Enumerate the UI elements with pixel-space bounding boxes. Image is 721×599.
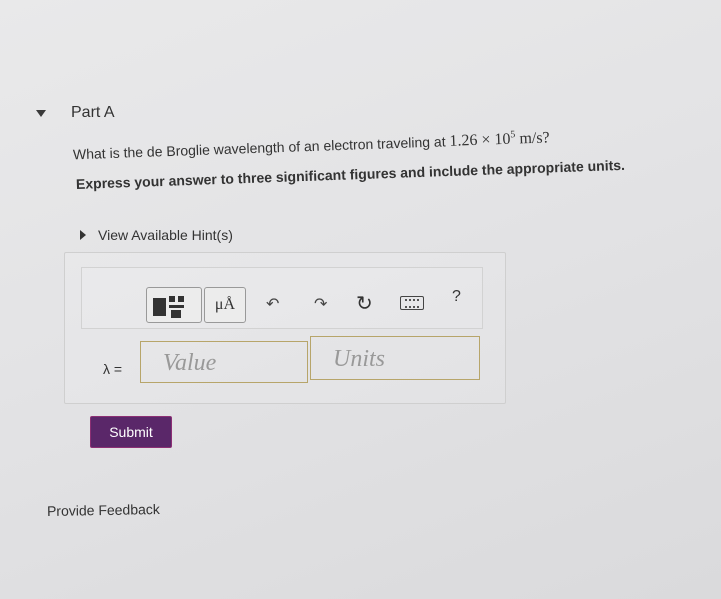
- keyboard-button[interactable]: [400, 296, 424, 310]
- part-header[interactable]: Part A: [36, 104, 115, 122]
- speed-mantissa: 1.26: [449, 132, 478, 151]
- expand-caret-icon: [80, 230, 86, 240]
- lambda-label: λ =: [103, 361, 123, 377]
- undo-icon: ↶: [266, 296, 280, 313]
- problem-page: Part A What is the de Broglie wavelength…: [0, 0, 721, 599]
- redo-icon: ↷: [314, 296, 328, 313]
- help-icon: ?: [452, 288, 461, 305]
- keyboard-icon: [405, 298, 419, 308]
- speed-value: 1.26 × 105 m/s?: [449, 129, 550, 151]
- math-toolbar: μÅ ↶ ↷ ↻ ?: [81, 267, 483, 329]
- collapse-caret-icon[interactable]: [36, 109, 46, 117]
- question-prefix: What is the de Broglie wavelength of an …: [72, 133, 446, 163]
- templates-button[interactable]: [146, 287, 202, 323]
- help-button[interactable]: ?: [452, 288, 461, 306]
- undo-button[interactable]: ↶: [266, 294, 279, 314]
- redo-button[interactable]: ↷: [314, 294, 327, 314]
- speed-exponent: 5: [510, 129, 516, 141]
- view-hints-label: View Available Hint(s): [98, 227, 233, 243]
- provide-feedback-link[interactable]: Provide Feedback: [47, 501, 160, 519]
- part-title: Part A: [71, 104, 115, 121]
- view-hints-toggle[interactable]: View Available Hint(s): [80, 227, 233, 243]
- submit-button[interactable]: Submit: [90, 416, 172, 448]
- reset-icon: ↻: [356, 293, 373, 315]
- reset-button[interactable]: ↻: [356, 291, 373, 316]
- units-button[interactable]: μÅ: [204, 287, 246, 323]
- speed-unit: m/s?: [519, 129, 550, 148]
- units-input[interactable]: Units: [310, 336, 480, 380]
- value-input[interactable]: Value: [140, 341, 308, 383]
- times-symbol: ×: [481, 131, 491, 150]
- question-text: What is the de Broglie wavelength of an …: [73, 128, 550, 164]
- units-icon: μÅ: [214, 296, 236, 313]
- instruction-text: Express your answer to three significant…: [75, 156, 626, 192]
- speed-base: 10: [494, 131, 511, 149]
- answer-box: μÅ ↶ ↷ ↻ ? λ = Value Units: [64, 252, 506, 404]
